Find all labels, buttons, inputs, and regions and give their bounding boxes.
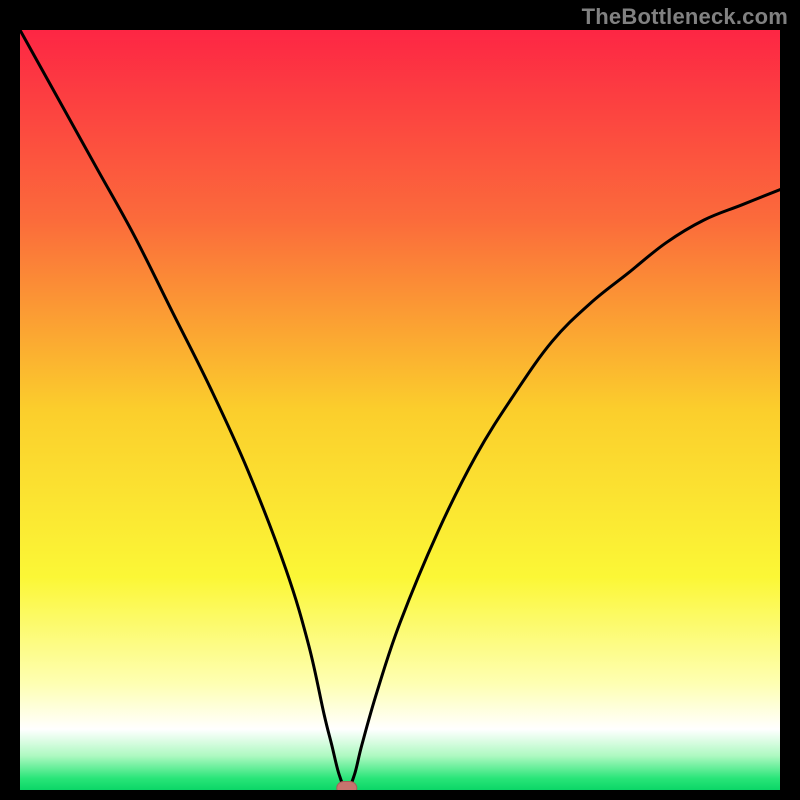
gradient-background <box>20 30 780 790</box>
optimum-marker <box>337 782 357 791</box>
chart-frame: TheBottleneck.com <box>0 0 800 800</box>
plot-area <box>20 30 780 790</box>
chart-svg <box>20 30 780 790</box>
watermark-text: TheBottleneck.com <box>582 4 788 30</box>
